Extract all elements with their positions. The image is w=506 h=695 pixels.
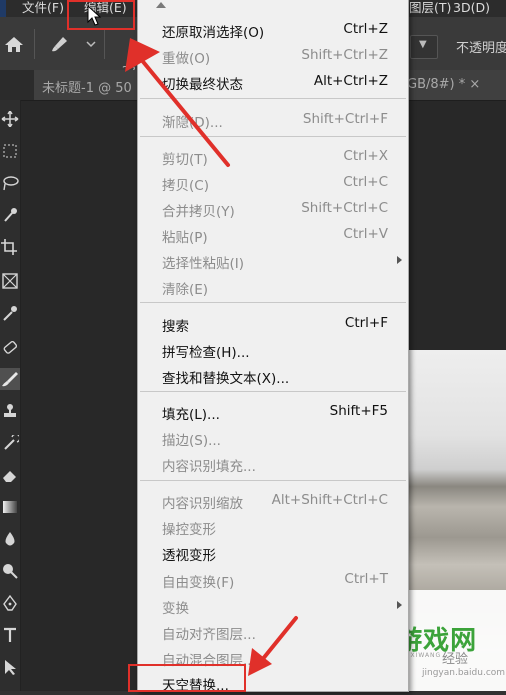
arrow-icon [125,38,230,167]
arrow-icon [248,616,298,676]
mouse-cursor-icon [87,4,102,26]
annotation-arrows [87,4,298,676]
